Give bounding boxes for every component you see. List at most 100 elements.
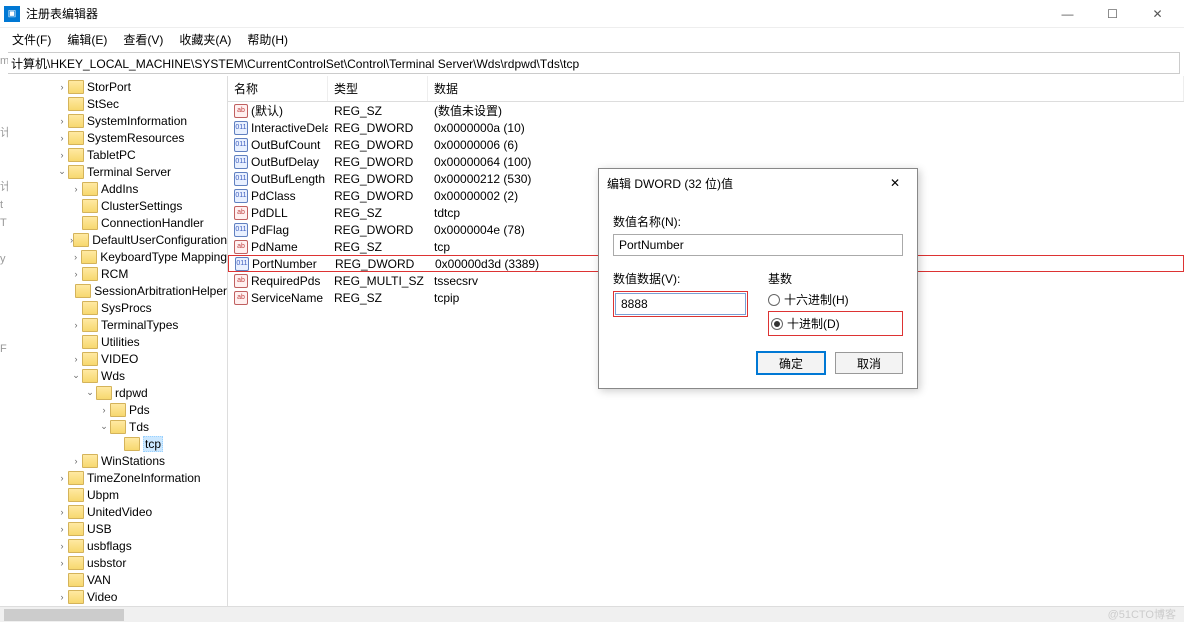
tree-item[interactable]: ›UnitedVideo: [0, 503, 227, 520]
tree-item[interactable]: ⌄Terminal Server: [0, 163, 227, 180]
value-icon: ab: [234, 240, 248, 254]
tree-item[interactable]: ›usbstor: [0, 554, 227, 571]
tree-item[interactable]: ›StorPort: [0, 78, 227, 95]
folder-icon: [82, 182, 98, 196]
folder-icon: [68, 131, 84, 145]
tree-item[interactable]: ›SystemInformation: [0, 112, 227, 129]
folder-icon: [68, 590, 84, 604]
tree-item[interactable]: ›VIDEO: [0, 350, 227, 367]
menu-favorites[interactable]: 收藏夹(A): [173, 29, 237, 50]
tree-item[interactable]: ⌄rdpwd: [0, 384, 227, 401]
tree-item[interactable]: ⌄Tds: [0, 418, 227, 435]
value-icon: 011: [234, 223, 248, 237]
menu-edit[interactable]: 编辑(E): [61, 29, 113, 50]
value-icon: ab: [234, 274, 248, 288]
folder-icon: [68, 488, 84, 502]
col-data[interactable]: 数据: [428, 76, 1184, 101]
value-icon: 011: [235, 257, 249, 271]
value-icon: 011: [234, 138, 248, 152]
tree-item[interactable]: ›RCM: [0, 265, 227, 282]
folder-icon: [68, 522, 84, 536]
folder-icon: [68, 505, 84, 519]
folder-icon: [110, 420, 126, 434]
list-row[interactable]: ab(默认)REG_SZ(数值未设置): [228, 102, 1184, 119]
window-title: 注册表编辑器: [26, 5, 1045, 22]
edit-dword-dialog: 编辑 DWORD (32 位)值 ✕ 数值名称(N): 数值数据(V): 基数 …: [598, 168, 918, 389]
value-data-input[interactable]: [615, 293, 746, 315]
app-icon: ▣: [4, 6, 20, 22]
folder-icon: [82, 199, 98, 213]
col-name[interactable]: 名称: [228, 76, 328, 101]
folder-icon: [82, 352, 98, 366]
tree-item[interactable]: ›usbflags: [0, 537, 227, 554]
col-type[interactable]: 类型: [328, 76, 428, 101]
address-text: 计算机\HKEY_LOCAL_MACHINE\SYSTEM\CurrentCon…: [11, 55, 579, 72]
folder-icon: [68, 556, 84, 570]
tree-item[interactable]: ›KeyboardType Mapping: [0, 248, 227, 265]
folder-icon: [82, 318, 98, 332]
folder-icon: [96, 386, 112, 400]
watermark: @51CTO博客: [1108, 606, 1176, 622]
ok-button[interactable]: 确定: [757, 352, 825, 374]
folder-icon: [68, 165, 84, 179]
tree-item[interactable]: ›WinStations: [0, 452, 227, 469]
folder-icon: [110, 403, 126, 417]
folder-icon: [68, 148, 84, 162]
radio-dec[interactable]: 十进制(D): [771, 315, 900, 332]
minimize-button[interactable]: —: [1045, 0, 1090, 28]
folder-icon: [82, 301, 98, 315]
horizontal-scrollbar[interactable]: [0, 606, 1184, 622]
cancel-button[interactable]: 取消: [835, 352, 903, 374]
tree-item[interactable]: ›TimeZoneInformation: [0, 469, 227, 486]
folder-icon: [68, 80, 84, 94]
list-header: 名称 类型 数据: [228, 76, 1184, 102]
tree-item[interactable]: SessionArbitrationHelper: [0, 282, 227, 299]
folder-icon: [124, 437, 140, 451]
tree-item[interactable]: ›SystemResources: [0, 129, 227, 146]
tree-item[interactable]: ›USB: [0, 520, 227, 537]
tree-item[interactable]: ⌄Wds: [0, 367, 227, 384]
tree-item[interactable]: tcp: [0, 435, 227, 452]
base-label: 基数: [768, 270, 903, 287]
menu-view[interactable]: 查看(V): [117, 29, 169, 50]
tree-item[interactable]: ›AddIns: [0, 180, 227, 197]
folder-icon: [68, 573, 84, 587]
value-icon: 011: [234, 172, 248, 186]
tree-item[interactable]: ClusterSettings: [0, 197, 227, 214]
folder-icon: [68, 539, 84, 553]
tree-item[interactable]: ConnectionHandler: [0, 214, 227, 231]
tree-item[interactable]: SysProcs: [0, 299, 227, 316]
dialog-title: 编辑 DWORD (32 位)值: [607, 175, 881, 192]
tree-item[interactable]: ›TerminalTypes: [0, 316, 227, 333]
tree-item[interactable]: Utilities: [0, 333, 227, 350]
tree-pane[interactable]: ›StorPortStSec›SystemInformation›SystemR…: [0, 76, 228, 606]
tree-item[interactable]: ›WalletService: [0, 605, 227, 606]
value-name-input[interactable]: [613, 234, 903, 256]
address-bar[interactable]: 计算机\HKEY_LOCAL_MACHINE\SYSTEM\CurrentCon…: [4, 52, 1180, 74]
value-icon: 011: [234, 121, 248, 135]
tree-item[interactable]: ›TabletPC: [0, 146, 227, 163]
tree-item[interactable]: Ubpm: [0, 486, 227, 503]
tree-item[interactable]: ›DefaultUserConfiguration: [0, 231, 227, 248]
maximize-button[interactable]: ☐: [1090, 0, 1135, 28]
menu-file[interactable]: 文件(F): [6, 29, 57, 50]
folder-icon: [68, 97, 84, 111]
value-name-label: 数值名称(N):: [613, 213, 903, 230]
tree-item[interactable]: ›Video: [0, 588, 227, 605]
tree-item[interactable]: ›Pds: [0, 401, 227, 418]
menu-help[interactable]: 帮助(H): [241, 29, 294, 50]
tree-item[interactable]: StSec: [0, 95, 227, 112]
list-row[interactable]: 011OutBufCountREG_DWORD0x00000006 (6): [228, 136, 1184, 153]
list-row[interactable]: 011InteractiveDelayREG_DWORD0x0000000a (…: [228, 119, 1184, 136]
value-icon: ab: [234, 291, 248, 305]
value-icon: 011: [234, 189, 248, 203]
tree-item[interactable]: VAN: [0, 571, 227, 588]
dialog-close-button[interactable]: ✕: [881, 176, 909, 190]
folder-icon: [73, 233, 89, 247]
titlebar: ▣ 注册表编辑器 — ☐ ✕: [0, 0, 1184, 28]
radio-hex[interactable]: 十六进制(H): [768, 291, 903, 308]
folder-icon: [82, 369, 98, 383]
value-icon: 011: [234, 155, 248, 169]
close-button[interactable]: ✕: [1135, 0, 1180, 28]
value-icon: ab: [234, 104, 248, 118]
